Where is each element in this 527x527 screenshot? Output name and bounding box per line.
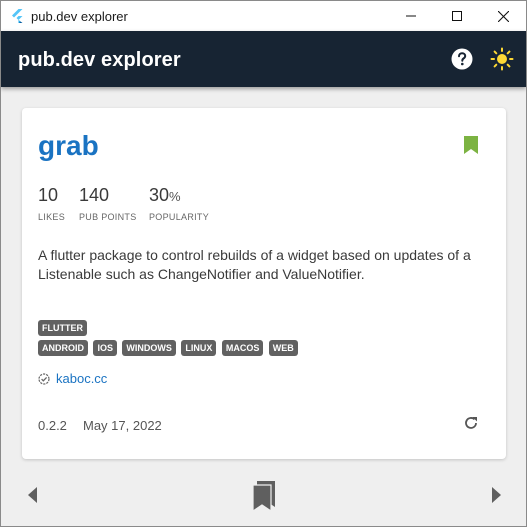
stat-label: LIKES (38, 212, 66, 222)
tag-linux: LINUX (181, 340, 217, 356)
app-window: pub.dev explorer pub.dev explorer grab 1… (0, 0, 527, 527)
stat-popularity: 30% POPULARITY (149, 185, 210, 222)
maximize-icon (452, 11, 462, 21)
window-title: pub.dev explorer (31, 9, 128, 24)
chevron-right-icon[interactable] (490, 486, 502, 504)
package-card[interactable]: grab 10 LIKES 140 PUB POINTS 30% POPULAR… (22, 108, 506, 459)
bookmarks-icon[interactable] (250, 479, 278, 511)
stat-value: 10 (38, 185, 59, 205)
package-name[interactable]: grab (38, 130, 99, 162)
app-title: pub.dev explorer (18, 49, 181, 71)
publisher: kaboc.cc (38, 371, 107, 386)
help-circle-icon[interactable] (451, 48, 473, 70)
sun-icon[interactable] (490, 47, 514, 71)
close-icon (497, 10, 509, 22)
stat-label: PUB POINTS (79, 212, 137, 222)
tag-android: ANDROID (38, 340, 88, 356)
stat-value: 140 (79, 185, 110, 205)
tag-ios: IOS (93, 340, 117, 356)
stat-likes: 10 LIKES (38, 184, 65, 222)
stat-label: POPULARITY (149, 212, 210, 222)
flutter-logo-icon (12, 9, 23, 23)
window-titlebar[interactable]: pub.dev explorer (1, 1, 526, 31)
bookmark-icon[interactable] (464, 136, 478, 154)
publisher-link[interactable]: kaboc.cc (56, 371, 107, 386)
stat-value: 30 (149, 185, 170, 205)
package-description: A flutter package to control rebuilds of… (38, 247, 471, 282)
maximize-button[interactable] (434, 1, 480, 31)
verified-publisher-icon (38, 372, 50, 385)
sdk-tags: FLUTTER (38, 318, 88, 336)
tag-windows: WINDOWS (122, 340, 176, 356)
platform-tags: ANDROID IOS WINDOWS LINUX MACOS WEB (38, 338, 299, 356)
chevron-left-icon[interactable] (27, 486, 39, 504)
minimize-icon (406, 15, 416, 17)
stat-pub-points: 140 PUB POINTS (79, 184, 137, 222)
app-bar: pub.dev explorer (1, 31, 526, 87)
close-button[interactable] (480, 1, 526, 31)
package-version: 0.2.2 (38, 418, 67, 433)
tag-web: WEB (268, 340, 298, 356)
minimize-button[interactable] (388, 1, 434, 31)
tag-macos: MACOS (221, 340, 264, 356)
refresh-icon[interactable] (463, 415, 479, 431)
tag-flutter: FLUTTER (38, 320, 87, 336)
published-date: May 17, 2022 (83, 418, 162, 433)
